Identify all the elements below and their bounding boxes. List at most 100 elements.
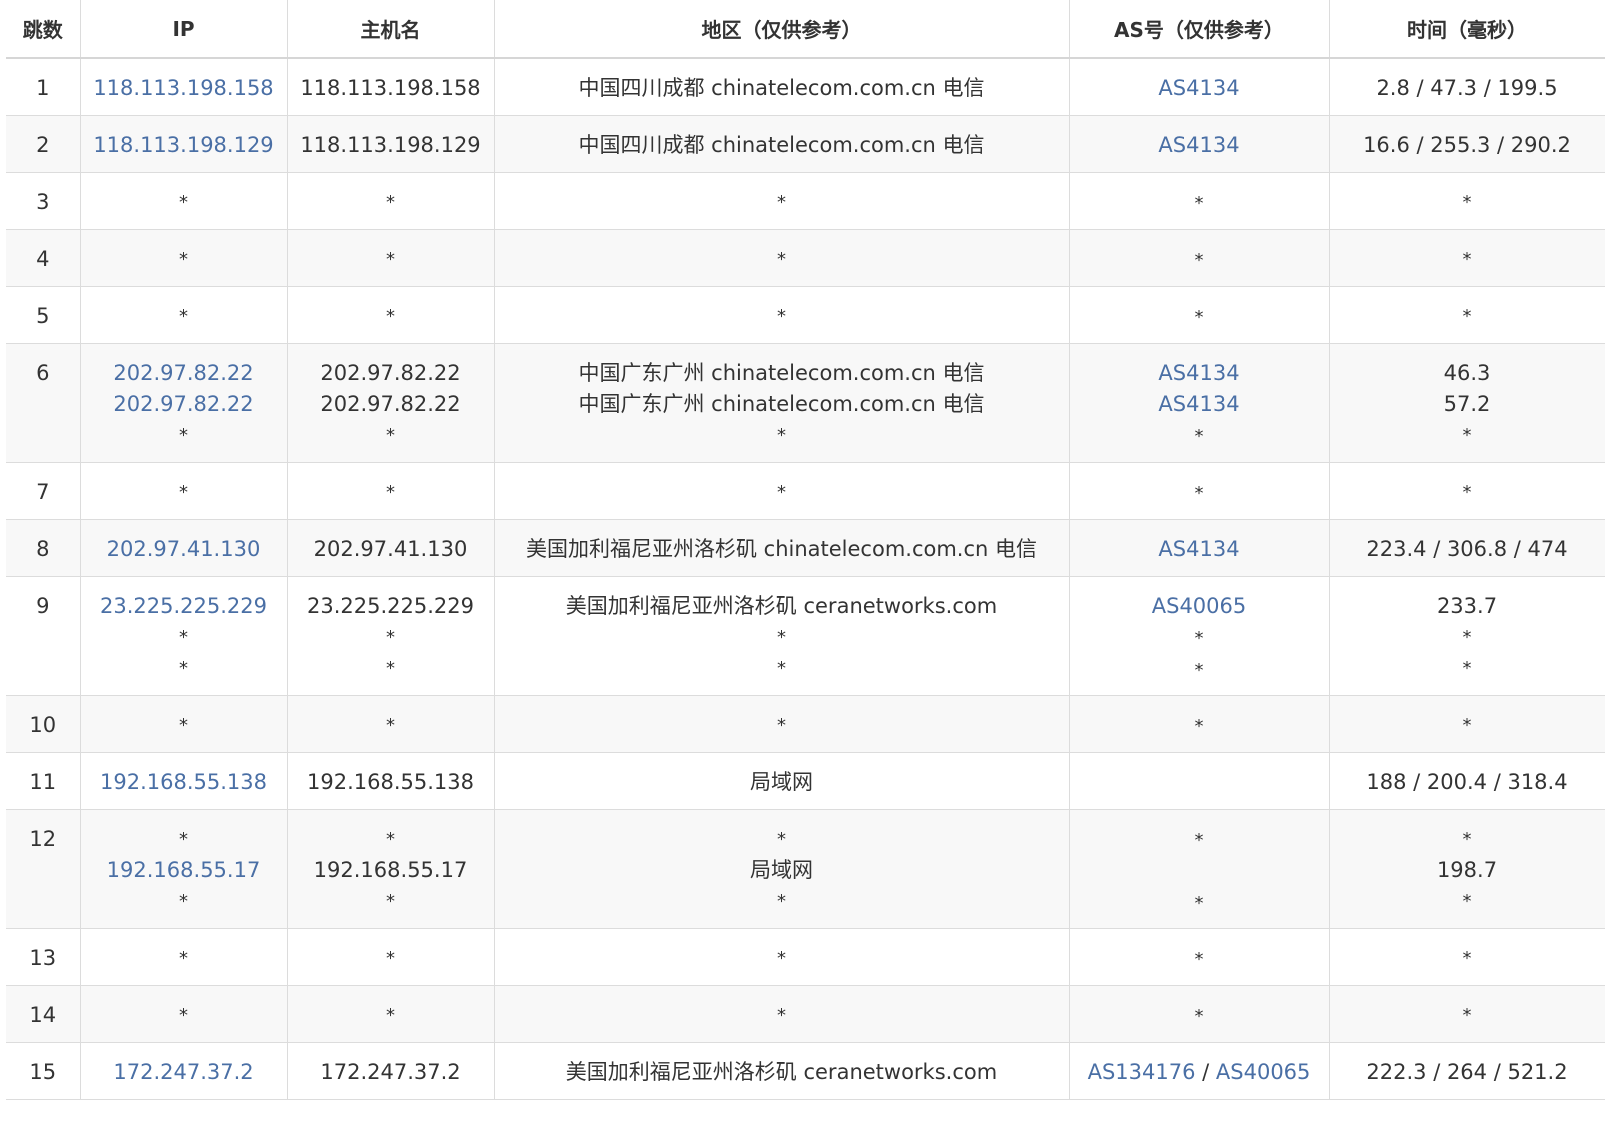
no-response-marker: * bbox=[777, 482, 786, 503]
ip-address-link[interactable]: 202.97.41.130 bbox=[81, 534, 287, 565]
no-response-marker: * bbox=[1194, 628, 1204, 649]
asn-cell-content bbox=[1070, 753, 1329, 798]
asn-link[interactable]: AS4134 bbox=[1158, 361, 1239, 385]
hostname-text: 23.225.225.229 bbox=[307, 594, 474, 618]
no-response-marker: * bbox=[1462, 1005, 1472, 1026]
no-response-marker: * bbox=[386, 627, 395, 648]
hostname-cell: 202.97.82.22 202.97.82.22 * bbox=[286, 343, 495, 463]
asn-link[interactable]: AS40065 bbox=[1216, 1060, 1311, 1084]
ip-address-link[interactable]: 23.225.225.229 bbox=[81, 591, 287, 622]
ip-cell-content: * 192.168.55.17 * bbox=[81, 810, 287, 917]
asn-cell: * * bbox=[1068, 809, 1330, 929]
ip-address-link[interactable]: 118.113.198.158 bbox=[81, 73, 287, 104]
hop-cell: 13 bbox=[6, 928, 81, 986]
no-response-marker: * bbox=[1194, 307, 1204, 328]
asn-cell-content: * bbox=[1070, 287, 1329, 333]
asn-link[interactable]: AS4134 bbox=[1158, 392, 1239, 416]
region-cell: 局域网 bbox=[493, 752, 1070, 810]
table-row: 8 202.97.41.130 202.97.41.130 美国加利福尼亚州洛杉矶 c… bbox=[6, 519, 1605, 577]
asn-cell-content: * bbox=[1070, 463, 1329, 509]
no-response-marker: * bbox=[777, 948, 786, 969]
region-cell: 美国加利福尼亚州洛杉矶 chinatelecom.com.cn 电信 bbox=[493, 519, 1070, 577]
time-cell: * bbox=[1328, 985, 1605, 1043]
no-response-marker: * bbox=[1194, 250, 1204, 271]
asn-cell: * bbox=[1068, 172, 1330, 230]
time-cell-content: * bbox=[1330, 463, 1605, 508]
latency-text: 46.3 bbox=[1443, 361, 1491, 385]
time-cell-content: * bbox=[1330, 929, 1605, 974]
asn-cell-content: * bbox=[1070, 696, 1329, 742]
ip-address-link[interactable]: 118.113.198.129 bbox=[81, 130, 287, 161]
time-cell-content: 222.3 / 264 / 521.2 bbox=[1330, 1043, 1605, 1088]
asn-line: * bbox=[1070, 622, 1329, 654]
no-response-marker: * bbox=[386, 658, 395, 679]
hostname-cell: 118.113.198.158 bbox=[286, 57, 495, 116]
asn-line: * bbox=[1070, 887, 1329, 919]
hostname-cell: * bbox=[286, 695, 495, 753]
table-row: 14 * * * * * bbox=[6, 985, 1605, 1043]
no-response-marker: * bbox=[1194, 1006, 1204, 1027]
region-cell: * bbox=[493, 695, 1070, 753]
time-cell-content: 233.7 * * bbox=[1330, 577, 1605, 684]
asn-link[interactable]: AS134176 bbox=[1088, 1060, 1196, 1084]
no-response-marker: * bbox=[179, 482, 188, 503]
ip-cell-content: 23.225.225.229 * * bbox=[81, 577, 287, 684]
no-response-marker: * bbox=[179, 1005, 188, 1026]
time-cell-content: * bbox=[1330, 173, 1605, 218]
hostname-cell: * bbox=[286, 286, 495, 344]
asn-link[interactable]: AS4134 bbox=[1158, 133, 1239, 157]
asn-line bbox=[1070, 767, 1329, 798]
time-cell-content: * bbox=[1330, 696, 1605, 741]
table-row: 7 * * * * * bbox=[6, 462, 1605, 520]
ip-cell-content: 192.168.55.138 bbox=[81, 753, 287, 798]
asn-cell-content: AS134176 / AS40065 bbox=[1070, 1043, 1329, 1088]
asn-cell-content: AS40065 * * bbox=[1070, 577, 1329, 686]
hop-number: 2 bbox=[36, 133, 50, 157]
region-text: 美国加利福尼亚州洛杉矶 chinatelecom.com.cn 电信 bbox=[525, 537, 1038, 561]
no-response-marker: * bbox=[777, 627, 786, 648]
traceroute-result-panel: 跳数 IP 主机名 地区（仅供参考） AS号（仅供参考） 时间（毫秒） 1 118… bbox=[6, 0, 1605, 1100]
asn-link bbox=[1196, 770, 1203, 794]
latency-text: 16.6 / 255.3 / 290.2 bbox=[1363, 133, 1571, 157]
latency-text: 223.4 / 306.8 / 474 bbox=[1366, 537, 1568, 561]
column-header-time: 时间（毫秒） bbox=[1328, 0, 1605, 59]
hostname-text: 202.97.41.130 bbox=[313, 537, 468, 561]
ip-address-link[interactable]: 192.168.55.17 bbox=[81, 855, 287, 886]
asn-cell: AS4134 bbox=[1068, 57, 1330, 116]
ip-address-link[interactable]: 192.168.55.138 bbox=[81, 767, 287, 798]
region-cell-content: 中国广东广州 chinatelecom.com.cn 电信 中国广东广州 chin… bbox=[495, 344, 1069, 451]
asn-cell: * bbox=[1068, 462, 1330, 520]
ip-cell-content: * bbox=[81, 986, 287, 1031]
asn-line: AS4134 bbox=[1070, 389, 1329, 420]
asn-link[interactable]: AS4134 bbox=[1158, 76, 1239, 100]
table-row: 1 118.113.198.158 118.113.198.158 中国四川成都 ch… bbox=[6, 57, 1605, 116]
asn-cell: * bbox=[1068, 985, 1330, 1043]
ip-cell-content: 118.113.198.129 bbox=[81, 116, 287, 161]
ip-cell-content: * bbox=[81, 173, 287, 218]
region-text: 中国广东广州 chinatelecom.com.cn 电信 bbox=[578, 361, 985, 385]
hostname-cell-content: 202.97.82.22 202.97.82.22 * bbox=[288, 344, 494, 451]
column-header-hop: 跳数 bbox=[6, 0, 81, 59]
latency-text: 2.8 / 47.3 / 199.5 bbox=[1376, 76, 1558, 100]
hostname-cell: * bbox=[286, 928, 495, 986]
no-response-marker: * bbox=[777, 306, 786, 327]
asn-link[interactable]: AS40065 bbox=[1152, 594, 1247, 618]
no-response-marker: * bbox=[1462, 891, 1472, 912]
ip-address-link[interactable]: 202.97.82.22 bbox=[81, 389, 287, 420]
ip-cell-content: 118.113.198.158 bbox=[81, 59, 287, 104]
hop-cell: 4 bbox=[6, 229, 81, 287]
ip-address-link[interactable]: 202.97.82.22 bbox=[81, 358, 287, 389]
hop-number: 1 bbox=[36, 76, 50, 100]
asn-link bbox=[1196, 859, 1203, 883]
asn-line: * bbox=[1070, 187, 1329, 219]
ip-address-link[interactable]: 172.247.37.2 bbox=[81, 1057, 287, 1088]
no-response-marker: * bbox=[1194, 426, 1204, 447]
asn-link[interactable]: AS4134 bbox=[1158, 537, 1239, 561]
ip-cell-content: * bbox=[81, 463, 287, 508]
no-response-marker: * bbox=[777, 715, 786, 736]
hop-cell: 5 bbox=[6, 286, 81, 344]
region-cell-content: 中国四川成都 chinatelecom.com.cn 电信 bbox=[495, 59, 1069, 104]
region-text: 中国四川成都 chinatelecom.com.cn 电信 bbox=[578, 133, 985, 157]
no-response-marker: * bbox=[1194, 949, 1204, 970]
hop-cell: 7 bbox=[6, 462, 81, 520]
